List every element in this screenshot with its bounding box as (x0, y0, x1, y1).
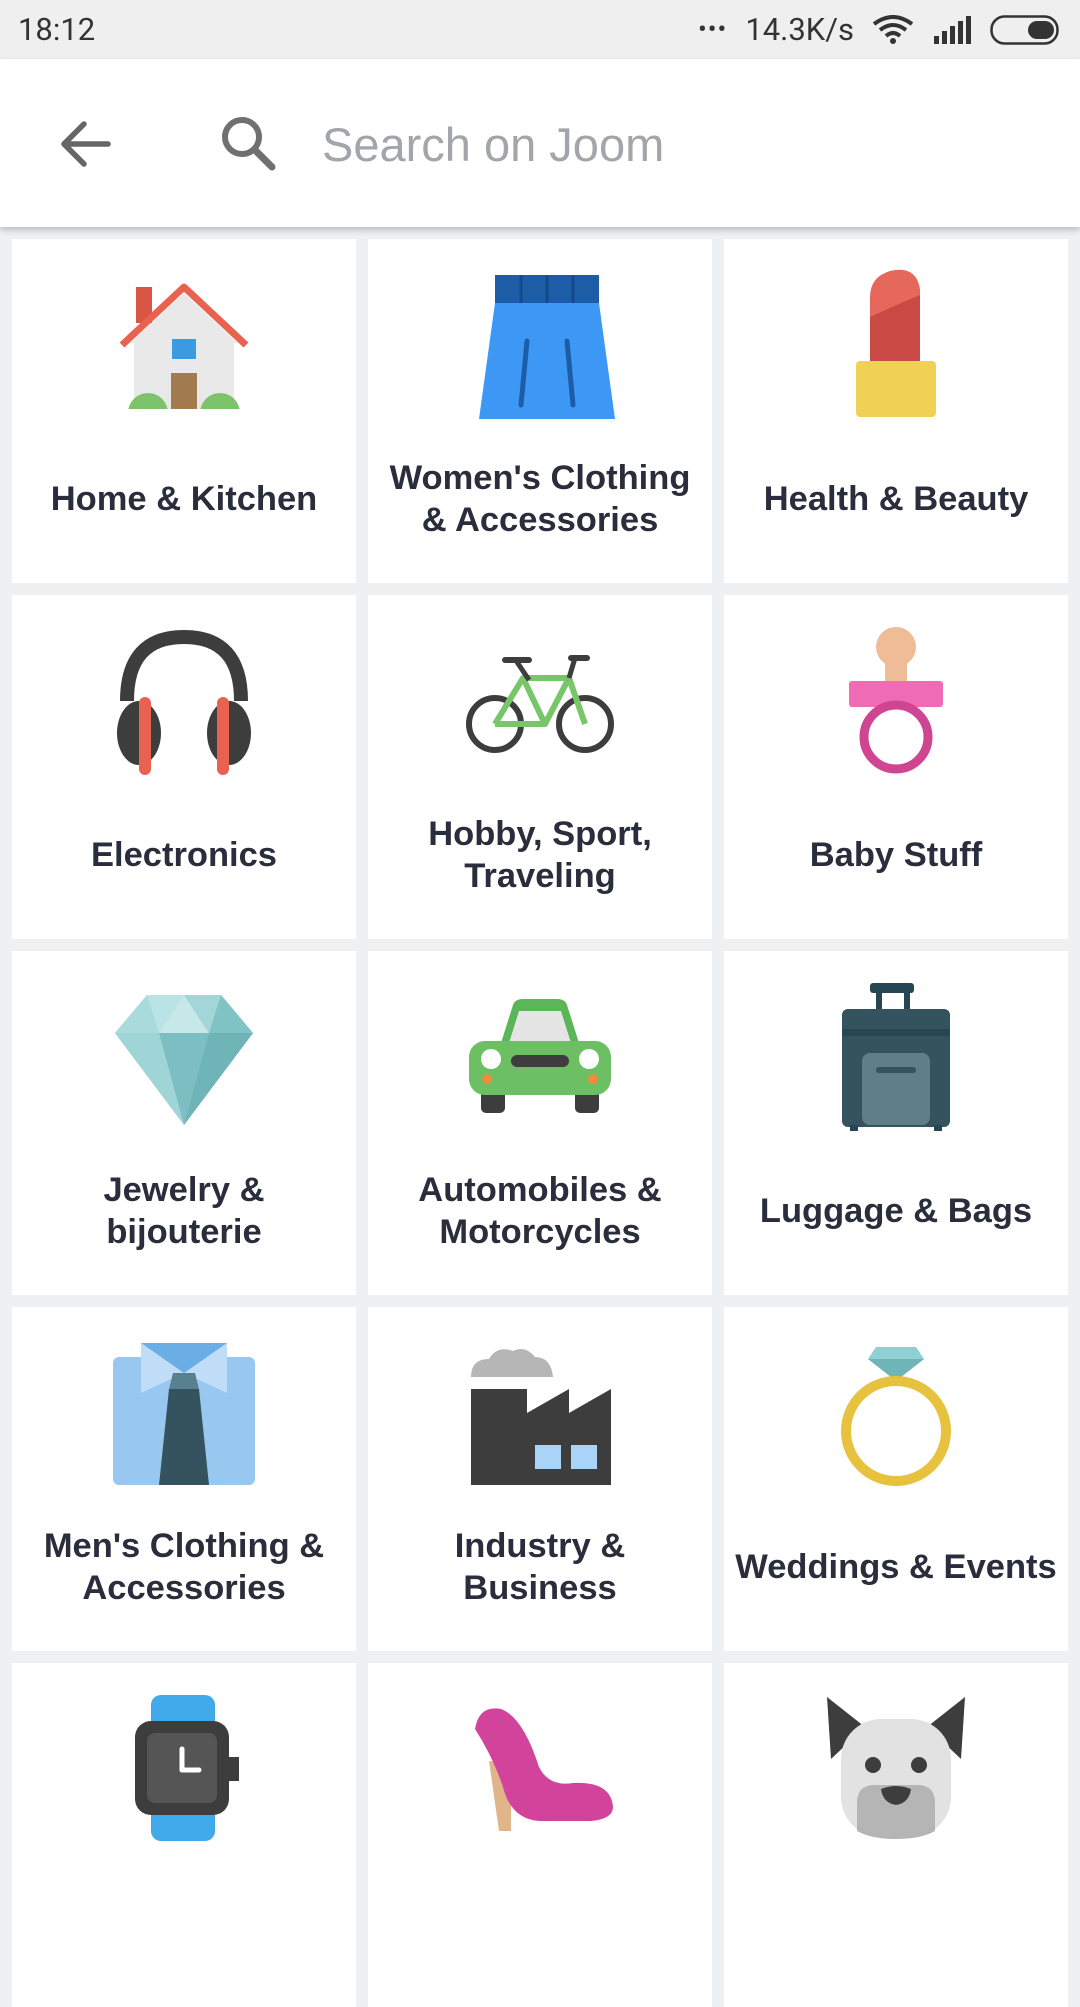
headphones-icon (117, 629, 251, 775)
category-electronics[interactable]: Electronics (12, 595, 356, 939)
category-jewelry[interactable]: Jewelry & bijouterie (12, 951, 356, 1295)
watch-icon (135, 1695, 239, 1841)
status-bar: 18:12 ••• 14.3K/s (0, 0, 1080, 59)
category-label: Health & Beauty (763, 480, 1029, 518)
diamond-icon (115, 995, 253, 1125)
category-label (734, 1858, 1058, 1988)
category-mens-clothing[interactable]: Men's Clothing & Accessories (12, 1307, 356, 1651)
category-label: Electronics (91, 836, 277, 874)
category-weddings[interactable]: Weddings & Events (724, 1307, 1068, 1651)
dog-icon (827, 1697, 965, 1839)
pacifier-icon (849, 627, 943, 774)
category-label: Women's Clothing & Accessories (389, 459, 691, 539)
category-footwear[interactable] (368, 1663, 712, 2007)
high-heel-icon (475, 1708, 613, 1831)
status-time: 18:12 (18, 11, 96, 48)
category-label: Jewelry & bijouterie (103, 1171, 265, 1251)
category-label (378, 1858, 702, 1988)
bicycle-icon (466, 655, 614, 753)
arrow-left-icon (61, 121, 111, 167)
category-label (22, 1858, 346, 1988)
category-health-beauty[interactable]: Health & Beauty (724, 239, 1068, 583)
ring-icon (841, 1347, 951, 1486)
skirt-icon (479, 275, 615, 419)
category-home-kitchen[interactable]: Home & Kitchen (12, 239, 356, 583)
category-label: Men's Clothing & Accessories (43, 1527, 325, 1607)
category-label: Weddings & Events (735, 1548, 1057, 1586)
category-label: Hobby, Sport, Traveling (428, 815, 652, 895)
category-label: Automobiles & Motorcycles (418, 1171, 662, 1251)
status-dots: ••• (697, 14, 728, 45)
status-indicators: ••• 14.3K/s (698, 11, 1062, 48)
category-luggage[interactable]: Luggage & Bags (724, 951, 1068, 1295)
category-label: Luggage & Bags (759, 1192, 1033, 1230)
category-label: Baby Stuff (809, 836, 983, 874)
signal-icon (932, 15, 972, 44)
battery-icon (990, 14, 1062, 45)
category-label: Industry & Business (454, 1527, 626, 1607)
category-industry[interactable]: Industry & Business (368, 1307, 712, 1651)
car-icon (469, 999, 611, 1113)
suitcase-icon (842, 983, 950, 1131)
search-header (0, 59, 1080, 227)
shirt-tie-icon (113, 1343, 255, 1485)
category-baby-stuff[interactable]: Baby Stuff (724, 595, 1068, 939)
category-hobby-sport[interactable]: Hobby, Sport, Traveling (368, 595, 712, 939)
network-speed: 14.3K/s (745, 11, 854, 48)
lipstick-icon (856, 269, 936, 417)
wifi-icon (872, 14, 914, 45)
category-watches[interactable] (12, 1663, 356, 2007)
search-icon (222, 117, 276, 171)
back-button[interactable] (50, 114, 120, 174)
category-womens-clothing[interactable]: Women's Clothing & Accessories (368, 239, 712, 583)
category-pets[interactable] (724, 1663, 1068, 2007)
search-input[interactable] (322, 113, 1022, 175)
factory-icon (471, 1349, 611, 1485)
category-automobiles[interactable]: Automobiles & Motorcycles (368, 951, 712, 1295)
category-label: Home & Kitchen (50, 480, 318, 518)
house-icon (119, 283, 249, 419)
